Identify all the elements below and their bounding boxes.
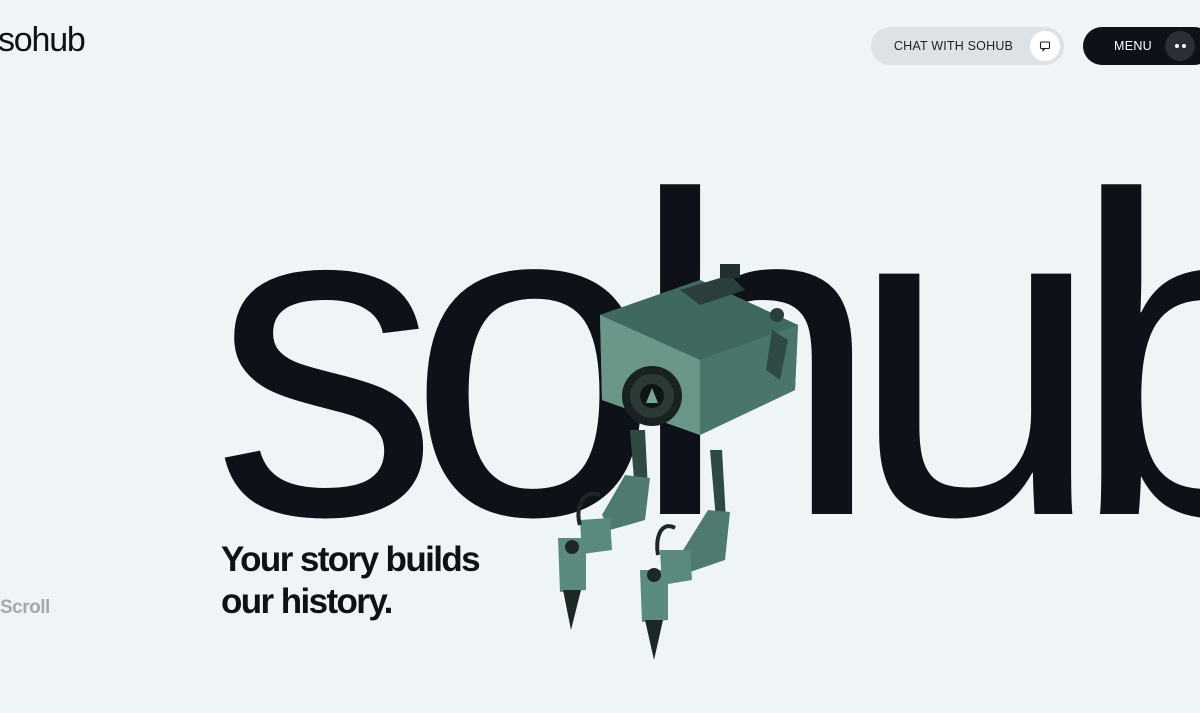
tagline-line-1: Your story builds	[221, 540, 481, 579]
scroll-indicator[interactable]: Scroll	[0, 597, 50, 619]
logo[interactable]: sohub	[0, 20, 86, 60]
hero-tagline: Your story builds our history.	[221, 539, 481, 623]
chat-bubble-icon	[1030, 31, 1060, 61]
tagline-line-2: our history.	[221, 582, 393, 621]
chat-button-label: CHAT WITH SOHUB	[893, 39, 1014, 53]
page: sohub CHAT WITH SOHUB MENU sohub	[0, 0, 1200, 713]
menu-button-label: MENU	[1114, 39, 1153, 53]
menu-button[interactable]: MENU	[1083, 27, 1200, 65]
dots-icon	[1165, 31, 1195, 61]
chat-with-sohub-button[interactable]: CHAT WITH SOHUB	[871, 27, 1064, 65]
robot-illustration	[558, 264, 798, 660]
